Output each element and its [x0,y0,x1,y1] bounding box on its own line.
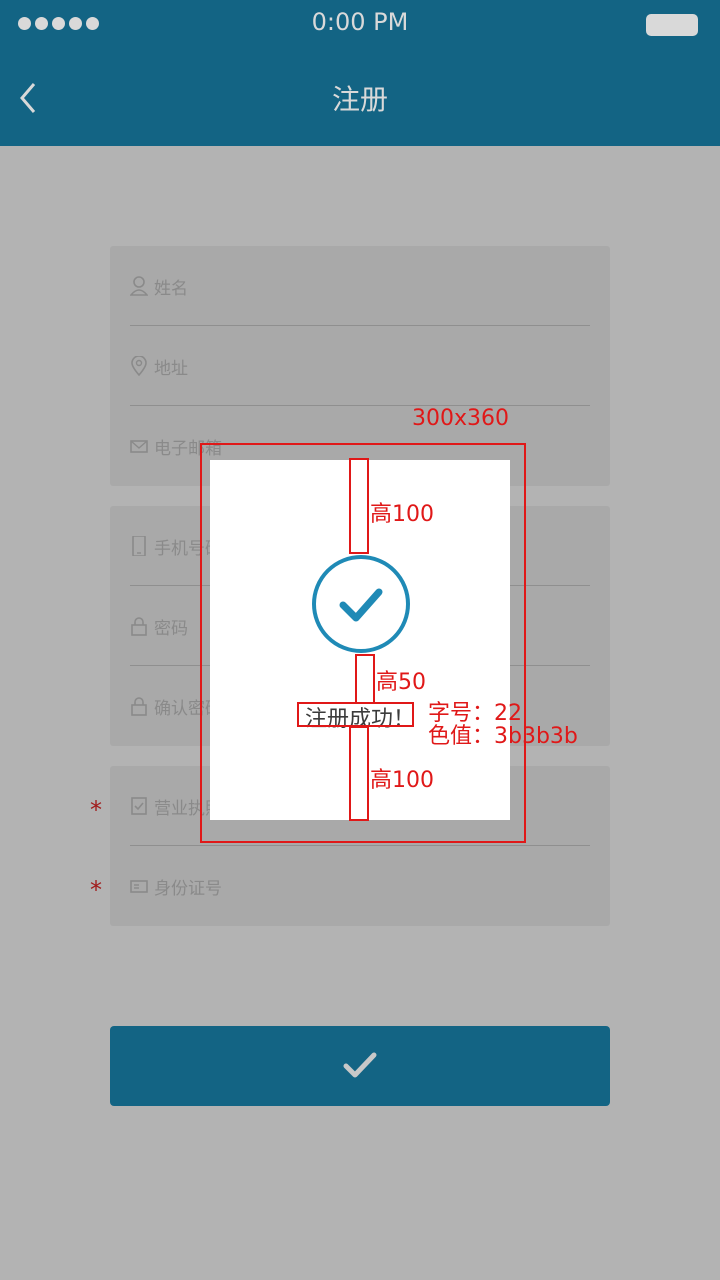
phone-icon [132,536,146,556]
name-field[interactable]: 姓名 [130,246,590,326]
user-icon [130,276,148,296]
color-annotation: 色值：3b3b3b [428,724,578,749]
location-icon [131,356,147,376]
page-title: 注册 [331,83,388,116]
password-placeholder: 密码 [154,619,188,639]
status-time: 0:00 PM [311,8,409,36]
name-placeholder: 姓名 [154,279,188,299]
size-annotation: 300x360 [412,406,510,431]
bottom-gap-annotation: 高100 [370,768,434,793]
license-icon [131,797,147,815]
id-number-field[interactable]: 身份证号 [130,846,590,926]
app-header: 0:00 PM 注册 [0,0,720,146]
battery-icon [646,14,698,36]
bottom-gap-marker [349,726,369,821]
lock-icon [131,697,147,716]
middle-gap-marker [355,654,375,704]
text-spec-box [297,702,414,727]
address-placeholder: 地址 [154,359,188,379]
required-mark: * [90,876,102,904]
id-card-icon [130,880,148,893]
address-field[interactable]: 地址 [130,326,590,406]
top-gap-marker [349,458,369,554]
submit-button[interactable] [110,1026,610,1106]
check-icon [343,1052,377,1078]
id-number-placeholder: 身份证号 [154,879,222,899]
middle-gap-annotation: 高50 [376,670,426,695]
top-gap-annotation: 高100 [370,502,434,527]
required-mark: * [90,796,102,824]
lock-icon [131,617,147,636]
mail-icon [130,440,148,453]
